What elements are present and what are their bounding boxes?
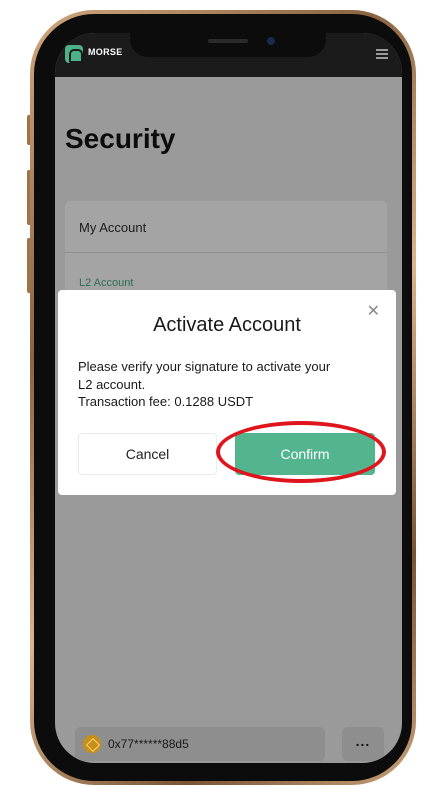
morse-logo-icon bbox=[65, 45, 83, 63]
page-title: Security bbox=[65, 123, 176, 154]
speaker-grille bbox=[208, 39, 248, 43]
cancel-button[interactable]: Cancel bbox=[78, 433, 217, 475]
modal-message-line: Please verify your signature to activate… bbox=[78, 359, 331, 374]
wallet-address: 0x77******88d5 bbox=[108, 737, 189, 751]
brand-name: MORSE bbox=[88, 47, 123, 57]
l2-account-label: L2 Account bbox=[79, 277, 134, 289]
my-account-row[interactable]: My Account bbox=[65, 201, 387, 253]
front-camera-icon bbox=[267, 37, 275, 45]
highlight-annotation-ring bbox=[216, 421, 386, 483]
bnb-coin-icon bbox=[83, 735, 101, 753]
app-screen: MORSE Security My Account L2 Account 0x7… bbox=[55, 33, 402, 763]
wallet-address-pill[interactable]: 0x77******88d5 bbox=[75, 727, 325, 761]
hamburger-menu-icon[interactable] bbox=[376, 49, 388, 59]
more-options-button[interactable]: ... bbox=[342, 727, 384, 761]
transaction-fee-text: Transaction fee: 0.1288 USDT bbox=[78, 394, 254, 409]
my-account-label: My Account bbox=[79, 220, 147, 235]
modal-title: Activate Account bbox=[153, 314, 301, 336]
phone-notch bbox=[130, 33, 326, 57]
modal-message: Please verify your signature to activate… bbox=[78, 358, 378, 411]
modal-message-line: L2 account. bbox=[78, 376, 146, 392]
